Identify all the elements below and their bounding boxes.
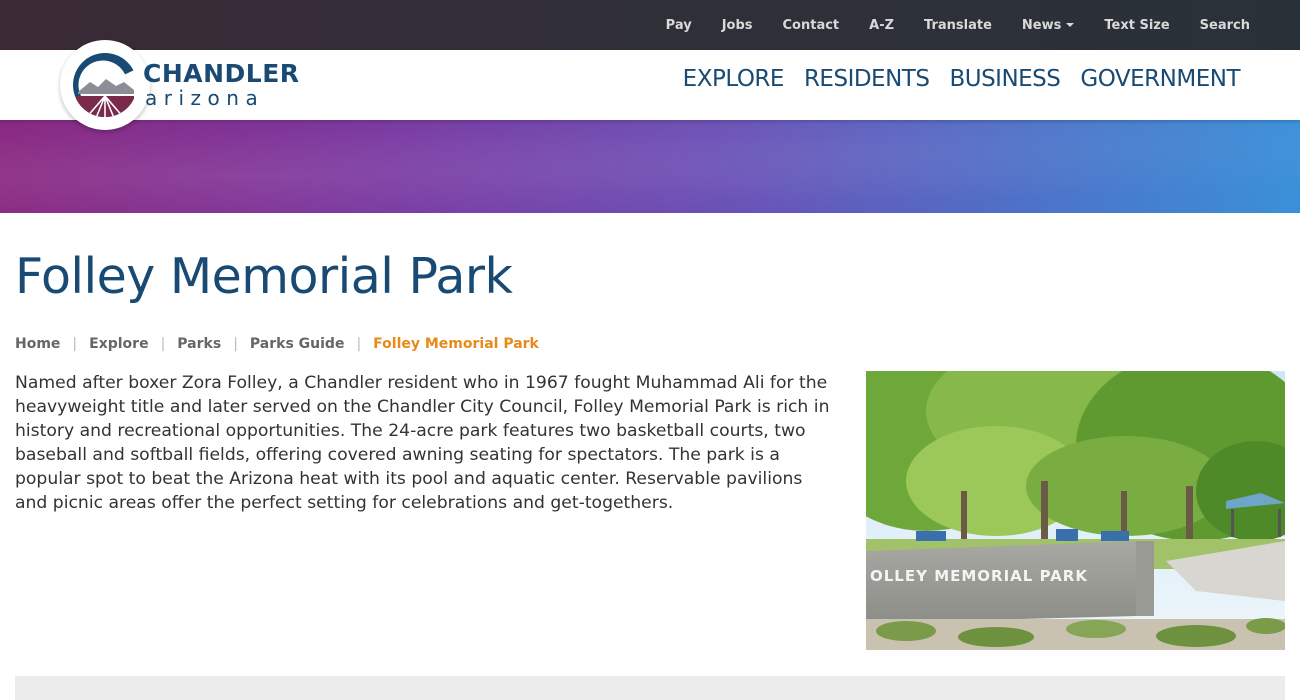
util-link-news[interactable]: News (1021, 17, 1075, 33)
breadcrumb-parks[interactable]: Parks (177, 336, 221, 352)
breadcrumb-explore[interactable]: Explore (89, 336, 148, 352)
utility-bar: Pay Jobs Contact A-Z Translate News Text… (0, 0, 1300, 50)
breadcrumb: Home | Explore | Parks | Parks Guide | F… (15, 336, 539, 352)
util-link-translate[interactable]: Translate (924, 18, 992, 33)
breadcrumb-home[interactable]: Home (15, 336, 60, 352)
logo-chandler-text: CHANDLER (143, 59, 300, 88)
hero-banner (0, 120, 1300, 213)
logo-wordmark[interactable]: CHANDLER arizona (143, 59, 300, 110)
site-header: CHANDLER arizona EXPLORE RESIDENTS BUSIN… (0, 40, 1300, 130)
main-nav-government[interactable]: GOVERNMENT (1080, 66, 1240, 92)
park-photo: OLLEY MEMORIAL PARK (866, 371, 1285, 650)
main-nav-residents[interactable]: RESIDENTS (804, 66, 930, 92)
main-nav-explore[interactable]: EXPLORE (683, 66, 785, 92)
logo-arizona-text: arizona (145, 86, 265, 110)
utility-nav: Pay Jobs Contact A-Z Translate News Text… (636, 0, 1250, 50)
util-link-text-size[interactable]: Text Size (1104, 18, 1169, 33)
util-link-a-z[interactable]: A-Z (869, 18, 894, 33)
breadcrumb-separator: | (72, 336, 78, 352)
breadcrumb-separator: | (233, 336, 238, 352)
breadcrumb-separator: | (160, 336, 166, 352)
util-link-contact[interactable]: Contact (783, 18, 840, 33)
util-link-jobs[interactable]: Jobs (722, 18, 753, 33)
util-link-pay[interactable]: Pay (666, 18, 692, 33)
page-title: Folley Memorial Park (15, 248, 513, 305)
breadcrumb-current: Folley Memorial Park (373, 336, 539, 352)
caret-down-icon (1066, 23, 1075, 27)
main-nav-business[interactable]: BUSINESS (949, 66, 1060, 92)
logo-emblem[interactable] (60, 40, 150, 130)
util-link-search[interactable]: Search (1200, 18, 1250, 33)
breadcrumb-separator: | (356, 336, 362, 352)
info-box (15, 676, 1285, 700)
breadcrumb-parks-guide[interactable]: Parks Guide (250, 336, 345, 352)
main-nav: EXPLORE RESIDENTS BUSINESS GOVERNMENT (663, 66, 1241, 92)
sign-text: OLLEY MEMORIAL PARK (870, 567, 1088, 585)
park-description: Named after boxer Zora Folley, a Chandle… (15, 373, 830, 513)
util-link-news-label: News (1021, 17, 1062, 33)
chandler-logo-icon (73, 53, 135, 117)
